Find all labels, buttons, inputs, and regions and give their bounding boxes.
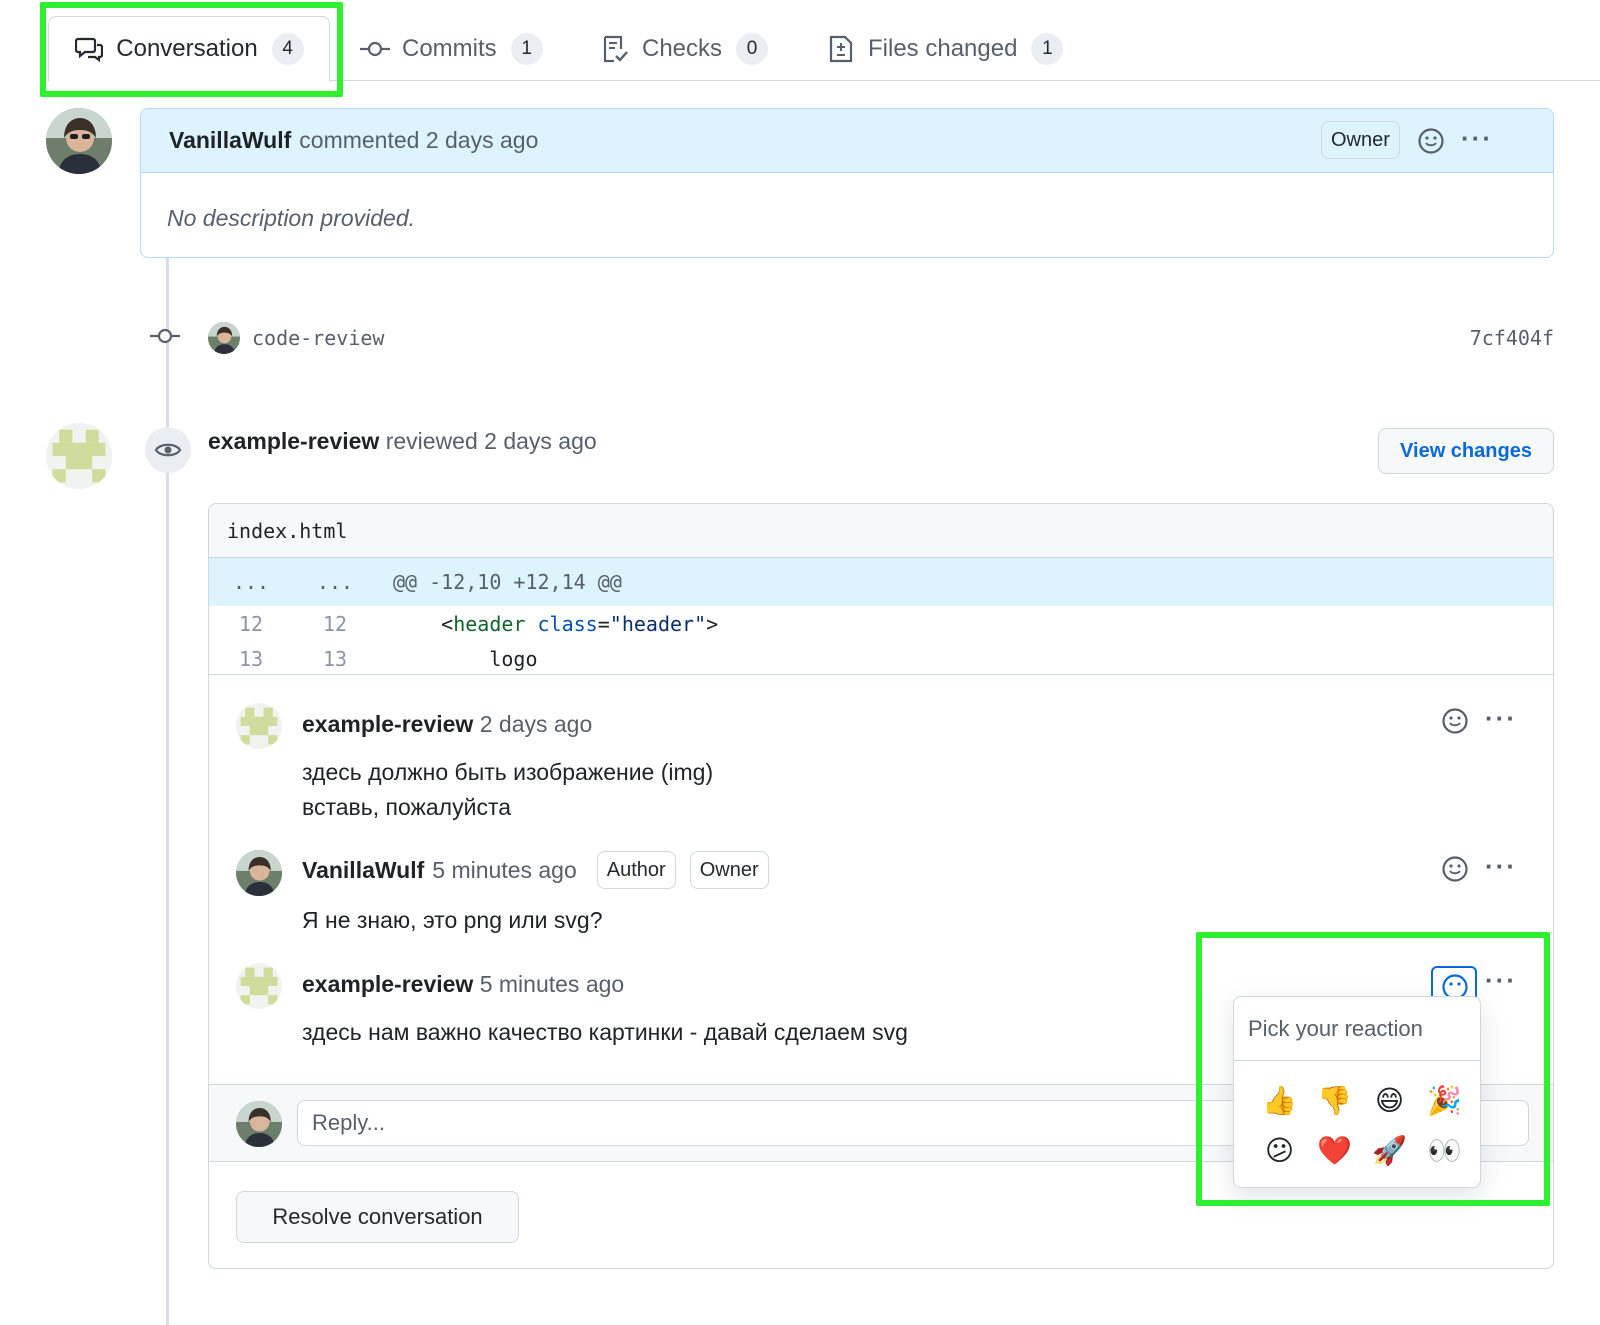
view-changes-button[interactable]: View changes — [1378, 428, 1554, 474]
thread-comment-header: VanillaWulf 5 minutes ago Author Owner — [302, 851, 769, 889]
comment-line: вставь, пожалуйста — [302, 794, 512, 820]
new-line-number[interactable]: 12 — [293, 612, 377, 636]
comment-body: здесь должно быть изображение (img) вста… — [302, 755, 713, 825]
more-options-icon[interactable]: ··· — [1485, 967, 1517, 993]
tab-files-changed[interactable]: Files changed 1 — [826, 16, 1064, 82]
reaction-thumbs-up[interactable]: 👍 — [1252, 1075, 1307, 1125]
new-line-number[interactable]: 13 — [293, 647, 377, 671]
avatar[interactable] — [236, 850, 282, 896]
review-header: example-review reviewed 2 days ago — [208, 428, 597, 455]
comment-discussion-icon — [74, 34, 104, 64]
tab-count: 1 — [510, 33, 543, 65]
review-meta[interactable]: reviewed 2 days ago — [386, 428, 597, 454]
comment-author[interactable]: example-review — [302, 971, 473, 997]
reaction-thumbs-down[interactable]: 👎 — [1307, 1075, 1362, 1125]
reaction-heart[interactable]: ❤️ — [1307, 1125, 1362, 1175]
author-badge: Author — [596, 851, 676, 889]
hunk-right[interactable]: ... — [293, 570, 377, 594]
tab-label: Conversation — [116, 35, 258, 62]
git-commit-icon — [150, 328, 180, 344]
reaction-hooray[interactable]: 🎉 — [1417, 1075, 1472, 1125]
file-diff-icon — [826, 34, 856, 64]
hunk-range: @@ -12,10 +12,14 @@ — [393, 570, 622, 594]
checklist-icon — [600, 34, 630, 64]
avatar[interactable] — [236, 703, 282, 749]
add-reaction-icon[interactable] — [1417, 127, 1445, 155]
reaction-picker: Pick your reaction 👍 👎 😄 🎉 😕 ❤️ 🚀 👀 — [1233, 996, 1481, 1188]
avatar[interactable] — [46, 108, 112, 174]
comment-body: No description provided. — [167, 205, 416, 231]
old-line-number[interactable]: 12 — [209, 612, 293, 636]
comment-line: Я не знаю, это png или svg? — [302, 907, 603, 933]
git-commit-icon — [360, 34, 390, 64]
add-reaction-icon[interactable] — [1441, 855, 1469, 883]
commit-row: code-review 7cf404f — [150, 318, 1554, 358]
file-name[interactable]: index.html — [209, 504, 1553, 558]
eye-icon — [145, 427, 191, 473]
pr-tabs: Conversation 4 Commits 1 Checks 0 Files … — [0, 0, 1600, 82]
comment-author[interactable]: VanillaWulf — [169, 127, 291, 154]
reaction-rocket[interactable]: 🚀 — [1362, 1125, 1417, 1175]
diff-line: 13 13 logo — [209, 641, 1553, 676]
tab-count: 1 — [1031, 33, 1064, 65]
tab-checks[interactable]: Checks 0 — [600, 16, 769, 82]
comment-meta[interactable]: commented 2 days ago — [299, 127, 538, 154]
pr-description-comment: VanillaWulf commented 2 days ago Owner ·… — [140, 108, 1554, 258]
more-options-icon[interactable]: ··· — [1485, 705, 1517, 731]
more-options-icon[interactable]: ··· — [1485, 853, 1517, 879]
comment-time[interactable]: 5 minutes ago — [480, 971, 624, 997]
avatar[interactable] — [46, 423, 112, 489]
thread-comment-header: example-review 2 days ago — [302, 711, 592, 738]
comment-header: VanillaWulf commented 2 days ago Owner ·… — [141, 109, 1553, 173]
owner-badge: Owner — [689, 851, 769, 889]
tab-count: 0 — [736, 33, 769, 65]
avatar[interactable] — [208, 322, 240, 354]
comment-body: здесь нам важно качество картинки - дава… — [302, 1015, 908, 1050]
review-author[interactable]: example-review — [208, 428, 379, 454]
add-reaction-icon[interactable] — [1441, 707, 1469, 735]
code-line: logo — [393, 646, 538, 671]
reaction-eyes[interactable]: 👀 — [1417, 1125, 1472, 1175]
more-options-icon[interactable]: ··· — [1461, 125, 1493, 151]
tab-commits[interactable]: Commits 1 — [360, 16, 543, 82]
code-line: <header class="header"> — [441, 611, 719, 636]
reaction-confused[interactable]: 😕 — [1252, 1125, 1307, 1175]
reaction-picker-title: Pick your reaction — [1234, 997, 1480, 1061]
commit-message[interactable]: code-review — [252, 326, 384, 350]
hunk-left[interactable]: ... — [209, 570, 293, 594]
diff-hunk-header: ... ... @@ -12,10 +12,14 @@ — [209, 558, 1553, 606]
tab-conversation[interactable]: Conversation 4 — [48, 16, 330, 82]
comment-line: здесь нам важно качество картинки - дава… — [302, 1019, 908, 1045]
commit-sha[interactable]: 7cf404f — [1470, 326, 1554, 350]
tab-label: Commits — [402, 35, 497, 62]
thread-comment-header: example-review 5 minutes ago — [302, 971, 624, 998]
tab-label: Files changed — [868, 35, 1018, 62]
avatar[interactable] — [236, 963, 282, 1009]
comment-body: Я не знаю, это png или svg? — [302, 903, 603, 938]
reaction-grid: 👍 👎 😄 🎉 😕 ❤️ 🚀 👀 — [1252, 1075, 1472, 1175]
old-line-number[interactable]: 13 — [209, 647, 293, 671]
resolve-conversation-button[interactable]: Resolve conversation — [236, 1191, 519, 1243]
comment-time[interactable]: 5 minutes ago — [432, 857, 576, 884]
owner-badge: Owner — [1321, 121, 1400, 159]
diff-line: 12 12 <header class="header"> — [209, 606, 1553, 641]
comment-author[interactable]: example-review — [302, 711, 473, 737]
avatar — [236, 1101, 282, 1147]
review-comments: example-review 2 days ago ··· здесь долж… — [209, 674, 1553, 1045]
reaction-laugh[interactable]: 😄 — [1362, 1075, 1417, 1125]
comment-line: здесь должно быть изображение (img) — [302, 759, 714, 785]
timeline-line — [166, 258, 169, 1325]
comment-author[interactable]: VanillaWulf — [302, 857, 424, 884]
comment-time[interactable]: 2 days ago — [480, 711, 593, 737]
tab-count: 4 — [271, 33, 304, 65]
tab-label: Checks — [642, 35, 723, 62]
